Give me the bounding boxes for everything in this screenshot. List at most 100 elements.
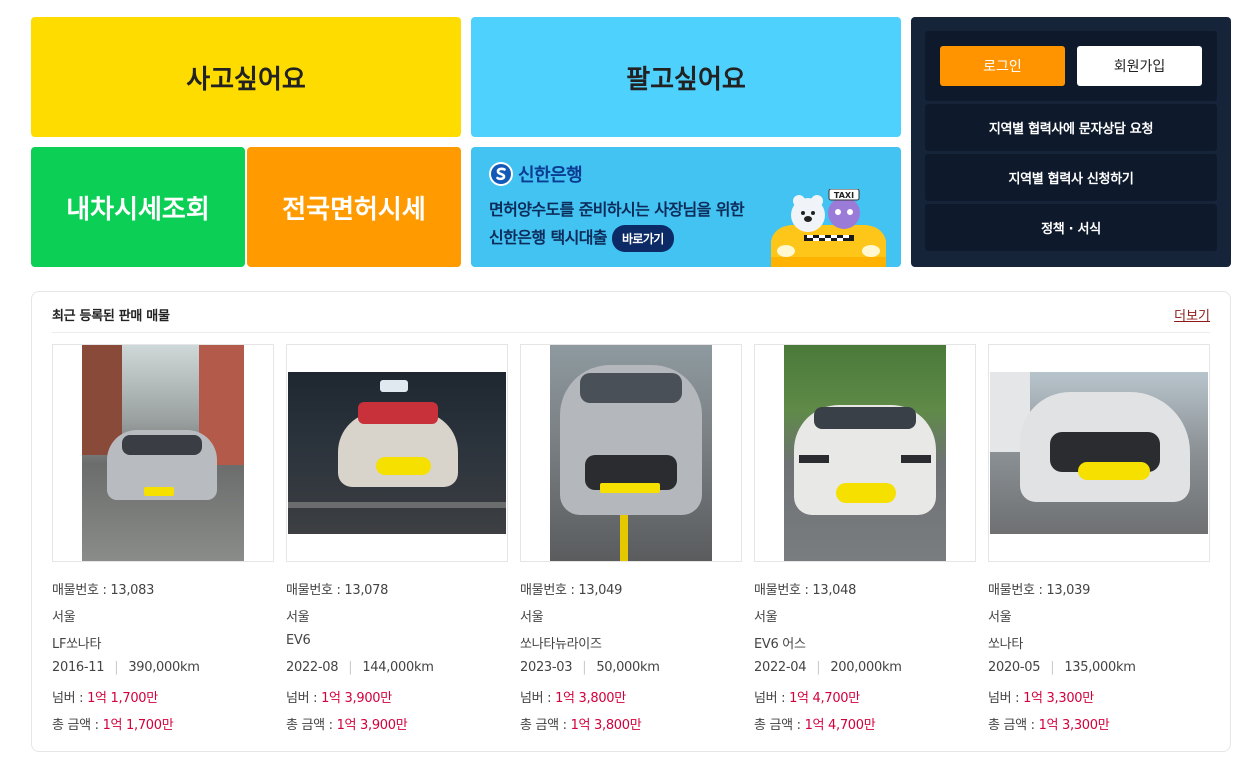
number-price: 1억 3,800만 [555, 691, 626, 706]
recent-listings-title: 최근 등록된 판매 매물 [52, 309, 170, 324]
total-price: 1억 4,700만 [804, 718, 876, 733]
more-link[interactable]: 더보기 [1174, 305, 1210, 324]
banner-line-1: 면허양수도를 준비하시는 사장님을 위한 [489, 200, 745, 219]
car-photo-image [784, 345, 946, 561]
listing-date-mileage: 2022-08 | 144,000km [286, 660, 434, 675]
listing-date: 2023-03 [520, 660, 573, 675]
total-price: 1억 1,700만 [102, 718, 174, 733]
number-price: 1억 1,700만 [87, 691, 158, 706]
listing-card[interactable]: 매물번호 : 13,083 서울 LF쏘나타 2016-11 | 390,000km… [52, 344, 274, 733]
listing-total-price: 총 금액 : 1억 1,700만 [52, 714, 174, 733]
login-button[interactable]: 로그인 [940, 46, 1065, 86]
banner-line-2: 신한은행 택시대출 바로가기 [489, 224, 674, 252]
listing-date: 2016-11 [52, 660, 105, 675]
shinhan-loan-banner[interactable]: 신한은행 면허양수도를 준비하시는 사장님을 위한 신한은행 택시대출 바로가기 … [471, 147, 901, 267]
number-price: 1억 3,900만 [321, 691, 392, 706]
bank-name: 신한은행 [518, 165, 583, 186]
number-label: 넘버 : [52, 691, 88, 706]
go-now-button[interactable]: 바로가기 [611, 225, 674, 252]
banner-line-2-text: 신한은행 택시대출 [489, 228, 608, 247]
number-label: 넘버 : [988, 691, 1024, 706]
buy-tile-label: 사고싶어요 [186, 64, 306, 95]
listing-id: 매물번호 : 13,083 [52, 583, 155, 598]
car-photo-image [990, 372, 1208, 534]
listing-id: 매물번호 : 13,048 [754, 583, 857, 598]
license-price-label: 전국면허시세 [282, 194, 426, 225]
listing-region: 서울 [988, 610, 1012, 625]
listing-date: 2022-08 [286, 660, 339, 675]
number-label: 넘버 : [520, 691, 556, 706]
car-photo[interactable] [988, 344, 1210, 562]
total-label: 총 금액 : [988, 718, 1039, 733]
number-price: 1억 4,700만 [789, 691, 860, 706]
listing-date-mileage: 2020-05 | 135,000km [988, 660, 1136, 675]
separator: | [348, 660, 353, 675]
listing-region: 서울 [52, 610, 76, 625]
policy-forms-link[interactable]: 정책 · 서식 [925, 204, 1217, 251]
section-divider [52, 332, 1210, 333]
car-photo-image [288, 372, 506, 534]
listing-card[interactable]: 매물번호 : 13,049 서울 쏘나타뉴라이즈 2023-03 | 50,000k… [520, 344, 742, 733]
listing-date-mileage: 2023-03 | 50,000km [520, 660, 660, 675]
buy-tile[interactable]: 사고싶어요 [31, 17, 461, 137]
listing-id: 매물번호 : 13,078 [286, 583, 389, 598]
listing-region: 서울 [754, 610, 778, 625]
car-photo[interactable] [754, 344, 976, 562]
auth-box: 로그인 회원가입 [925, 31, 1217, 101]
listing-number-price: 넘버 : 1억 3,900만 [286, 687, 392, 706]
number-label: 넘버 : [286, 691, 322, 706]
listing-total-price: 총 금액 : 1억 3,300만 [988, 714, 1110, 733]
listing-id: 매물번호 : 13,039 [988, 583, 1091, 598]
license-price-tile[interactable]: 전국면허시세 [247, 147, 461, 267]
sell-tile[interactable]: 팔고싶어요 [471, 17, 901, 137]
listing-model: LF쏘나타 [52, 637, 102, 652]
listing-model: 쏘나타 [988, 637, 1023, 652]
listing-model: EV6 [286, 633, 311, 648]
listing-number-price: 넘버 : 1억 4,700만 [754, 687, 860, 706]
sell-tile-label: 팔고싶어요 [626, 64, 746, 95]
total-price: 1억 3,300만 [1038, 718, 1110, 733]
car-photo-image [82, 345, 244, 561]
car-photo[interactable] [52, 344, 274, 562]
listing-mileage: 200,000km [830, 660, 902, 675]
listing-mileage: 50,000km [596, 660, 660, 675]
separator: | [816, 660, 821, 675]
listing-date: 2020-05 [988, 660, 1041, 675]
taxi-illustration-icon: TAXI [771, 189, 886, 267]
my-car-price-tile[interactable]: 내차시세조회 [31, 147, 245, 267]
listing-card[interactable]: 매물번호 : 13,048 서울 EV6 어스 2022-04 | 200,000k… [754, 344, 976, 733]
listing-mileage: 390,000km [128, 660, 200, 675]
recent-listings-section: 최근 등록된 판매 매물 더보기 매물번호 : 13,083 서울 LF쏘나타 … [31, 291, 1231, 752]
number-price: 1억 3,300만 [1023, 691, 1094, 706]
listing-number-price: 넘버 : 1억 1,700만 [52, 687, 158, 706]
listing-card[interactable]: 매물번호 : 13,078 서울 EV6 2022-08 | 144,000km 넘… [286, 344, 508, 733]
total-label: 총 금액 : [52, 718, 103, 733]
my-car-price-label: 내차시세조회 [66, 194, 210, 225]
listing-mileage: 135,000km [1064, 660, 1136, 675]
listing-date: 2022-04 [754, 660, 807, 675]
listing-total-price: 총 금액 : 1억 4,700만 [754, 714, 876, 733]
listing-number-price: 넘버 : 1억 3,800만 [520, 687, 626, 706]
listing-model: 쏘나타뉴라이즈 [520, 637, 602, 652]
sms-consult-link[interactable]: 지역별 협력사에 문자상담 요청 [925, 104, 1217, 151]
total-label: 총 금액 : [286, 718, 337, 733]
taxi-sign-text: TAXI [834, 191, 854, 200]
listing-id: 매물번호 : 13,049 [520, 583, 623, 598]
number-label: 넘버 : [754, 691, 790, 706]
car-photo[interactable] [520, 344, 742, 562]
listing-region: 서울 [286, 610, 310, 625]
listing-date-mileage: 2016-11 | 390,000km [52, 660, 200, 675]
listing-number-price: 넘버 : 1억 3,300만 [988, 687, 1094, 706]
signup-button[interactable]: 회원가입 [1077, 46, 1202, 86]
listing-total-price: 총 금액 : 1억 3,800만 [520, 714, 642, 733]
listing-date-mileage: 2022-04 | 200,000km [754, 660, 902, 675]
listing-region: 서울 [520, 610, 544, 625]
shinhan-logo-icon [489, 162, 513, 186]
car-photo[interactable] [286, 344, 508, 562]
total-label: 총 금액 : [520, 718, 571, 733]
car-photo-image [550, 345, 712, 561]
separator: | [114, 660, 119, 675]
total-label: 총 금액 : [754, 718, 805, 733]
partner-apply-link[interactable]: 지역별 협력사 신청하기 [925, 154, 1217, 201]
listing-card[interactable]: 매물번호 : 13,039 서울 쏘나타 2020-05 | 135,000km 넘… [988, 344, 1210, 733]
